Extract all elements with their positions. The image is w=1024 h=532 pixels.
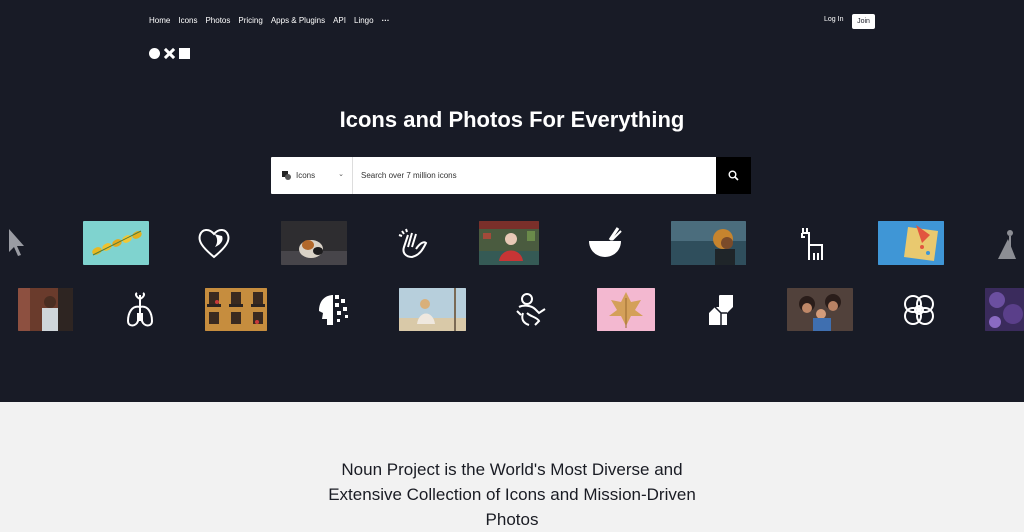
face-pixels-icon[interactable] [315,291,351,329]
photo-man-doorway[interactable] [18,288,73,331]
nav-api[interactable]: API [333,15,346,27]
noun-project-logo[interactable] [149,48,190,59]
logo-square-icon [179,48,190,59]
intro-heading: Noun Project is the World's Most Diverse… [0,457,1024,532]
nav-home[interactable]: Home [149,15,170,27]
photo-cat[interactable] [281,221,347,265]
nav-pricing[interactable]: Pricing [238,15,262,27]
intro-heading-line2: Extensive Collection of Icons and Missio… [328,485,696,504]
lungs-plant-icon[interactable] [124,291,156,329]
figure-icon[interactable] [994,225,1024,263]
nav-apps-plugins[interactable]: Apps & Plugins [271,15,325,27]
photo-leaf-pink[interactable] [597,288,655,331]
mortar-pestle-icon[interactable] [586,225,624,261]
search-input[interactable] [353,157,716,194]
icons-type-icon [282,171,291,180]
blocks-icon[interactable] [705,293,737,327]
photo-butterflies[interactable] [83,221,149,265]
nav-lingo[interactable]: Lingo [354,15,374,27]
intro-section: Noun Project is the World's Most Diverse… [0,402,1024,529]
clapping-hands-icon[interactable] [396,225,432,261]
search-bar: Icons ⌄ [271,157,751,194]
hero-section: Home Icons Photos Pricing Apps & Plugins… [0,0,1024,402]
photo-pixel-portrait[interactable] [479,221,539,265]
search-type-label: Icons [296,171,316,180]
search-button[interactable] [716,157,751,194]
chevron-down-icon: ⌄ [338,171,344,178]
intro-heading-line3: Photos [485,510,539,529]
logo-x-icon [164,48,175,59]
photo-purple-texture[interactable] [985,288,1024,331]
search-type-dropdown[interactable]: Icons ⌄ [271,157,353,194]
intro-heading-line1: Noun Project is the World's Most Diverse… [341,460,683,479]
llama-icon[interactable] [797,225,827,263]
photo-board-game[interactable] [878,221,944,265]
join-button[interactable]: Join [852,14,875,29]
photo-building-balconies[interactable] [205,288,267,331]
nav-more-icon[interactable]: ··· [382,15,390,27]
person-sitting-icon[interactable] [513,291,551,329]
photo-woman-sea[interactable] [671,221,746,265]
search-icon [728,170,739,181]
nav-icons[interactable]: Icons [178,15,197,27]
photo-family[interactable] [787,288,853,331]
cursor-icon[interactable] [7,228,27,258]
photo-woman-swing[interactable] [399,288,466,331]
logo-circle-icon [149,48,160,59]
top-nav: Home Icons Photos Pricing Apps & Plugins… [149,15,398,27]
heart-face-icon[interactable] [196,225,232,261]
login-link[interactable]: Log In [824,16,843,23]
nav-photos[interactable]: Photos [205,15,230,27]
hero-headline: Icons and Photos For Everything [339,107,685,132]
knot-pattern-icon[interactable] [900,291,938,329]
